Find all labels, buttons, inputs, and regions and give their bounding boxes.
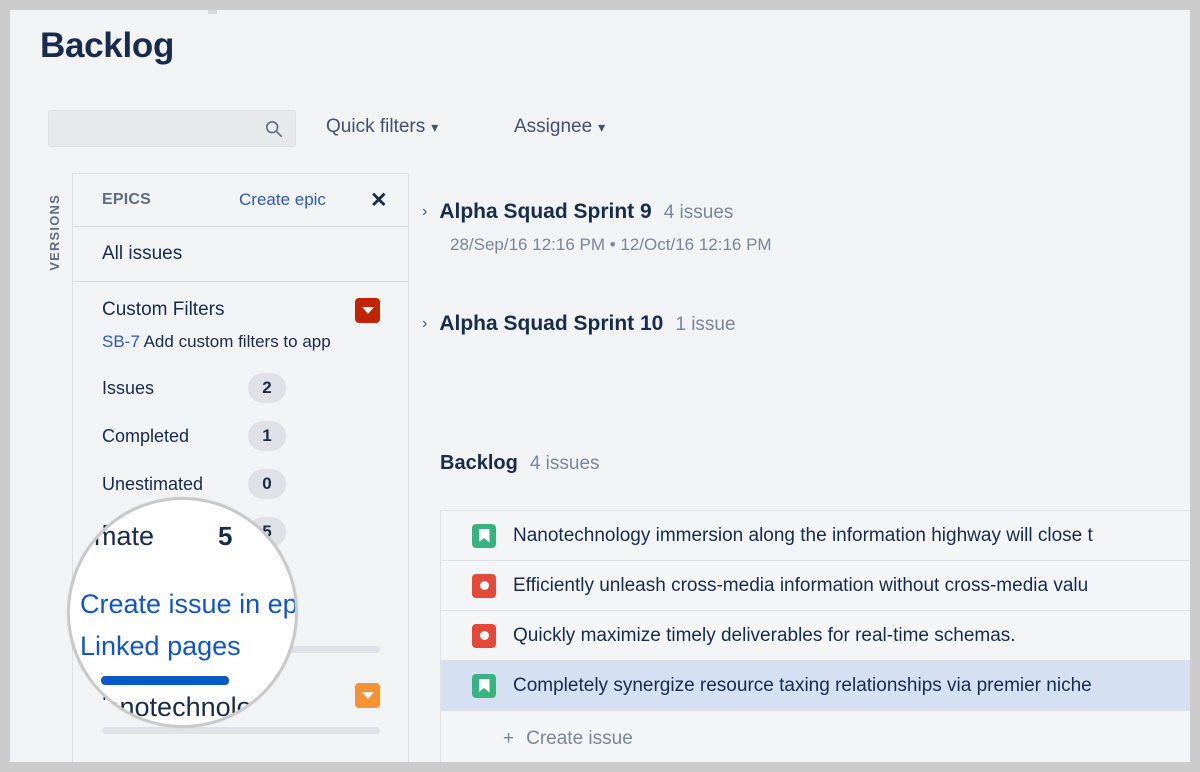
- stat-value: 2: [248, 373, 286, 403]
- issue-key[interactable]: SB-7: [102, 332, 140, 351]
- sprint-issue-count: 4 issues: [664, 202, 734, 224]
- sprint-alpha-squad-9[interactable]: › Alpha Squad Sprint 9 4 issues 28/Sep/1…: [422, 200, 772, 255]
- backlog-main-pane: › Alpha Squad Sprint 9 4 issues 28/Sep/1…: [410, 160, 1190, 762]
- story-bookmark-icon: [472, 674, 496, 698]
- assignee-label: Assignee: [514, 116, 592, 137]
- create-issue-label: Create issue: [526, 728, 633, 750]
- epic-stat-issues: Issues 2: [102, 364, 408, 412]
- stat-value: 0: [248, 469, 286, 499]
- sprint-title: Alpha Squad Sprint 10: [439, 312, 663, 336]
- epic-menu-badge[interactable]: [355, 683, 380, 708]
- create-issue-button[interactable]: + Create issue: [441, 711, 1190, 762]
- magnified-epic-name: Nanotechnology: [85, 692, 280, 723]
- sprint-header[interactable]: › Alpha Squad Sprint 10 1 issue: [422, 312, 736, 336]
- chevron-right-icon[interactable]: ›: [422, 315, 427, 333]
- chevron-down-icon: ▾: [431, 119, 438, 135]
- bug-dot-icon: [472, 624, 496, 648]
- versions-tab[interactable]: VERSIONS: [36, 173, 72, 291]
- top-edge-artifact: [208, 10, 217, 14]
- table-row[interactable]: Efficiently unleash cross-media informat…: [441, 561, 1190, 611]
- issue-title: Efficiently unleash cross-media informat…: [513, 575, 1088, 597]
- chevron-down-icon: [362, 307, 374, 314]
- backlog-issue-list: Nanotechnology immersion along the infor…: [440, 510, 1190, 762]
- stat-label: Unestimated: [102, 474, 203, 495]
- sprint-issue-count: 1 issue: [675, 314, 735, 336]
- table-row[interactable]: Completely synergize resource taxing rel…: [441, 661, 1190, 711]
- assignee-dropdown[interactable]: Assignee ▾: [514, 116, 605, 138]
- backlog-issue-count: 4 issues: [530, 453, 600, 475]
- epic-item-partial[interactable]: [73, 734, 408, 762]
- page-title: Backlog: [40, 26, 174, 66]
- epics-panel-title: EPICS: [102, 191, 151, 209]
- epic-progress-bar: [102, 727, 380, 734]
- search-input[interactable]: [48, 110, 296, 147]
- versions-tab-label: VERSIONS: [47, 194, 62, 271]
- table-row[interactable]: Nanotechnology immersion along the infor…: [441, 511, 1190, 561]
- story-bookmark-icon: [472, 524, 496, 548]
- issue-title: Quickly maximize timely deliverables for…: [513, 625, 1016, 647]
- chevron-right-icon[interactable]: ›: [422, 203, 427, 221]
- issue-summary: Add custom filters to app: [144, 332, 331, 351]
- epic-filter-all-issues[interactable]: All issues: [73, 227, 408, 282]
- epic-menu-badge[interactable]: [355, 298, 380, 323]
- sprint-alpha-squad-10[interactable]: › Alpha Squad Sprint 10 1 issue: [422, 312, 736, 336]
- sprint-header[interactable]: › Alpha Squad Sprint 9 4 issues: [422, 200, 772, 224]
- search-icon: [265, 120, 283, 138]
- backlog-page: Backlog Quick filters ▾ Assignee ▾ VERSION…: [10, 10, 1190, 762]
- create-epic-button[interactable]: Create epic: [239, 190, 326, 210]
- epic-name: Custom Filters: [102, 299, 224, 321]
- magnified-estimate-label: imate: [88, 521, 154, 552]
- backlog-title: Backlog: [440, 452, 518, 475]
- plus-icon: +: [503, 728, 514, 750]
- browser-window: Backlog Quick filters ▾ Assignee ▾ VERSION…: [0, 0, 1200, 772]
- magnified-create-issue-in-epic: Create issue in epic: [80, 589, 298, 620]
- magnified-linked-pages: Linked pages: [80, 631, 241, 662]
- chevron-down-icon: ▾: [598, 119, 605, 135]
- epic-stat-completed: Completed 1: [102, 412, 408, 460]
- all-issues-label: All issues: [102, 243, 182, 265]
- quick-filters-dropdown[interactable]: Quick filters ▾: [326, 116, 438, 138]
- bug-dot-icon: [472, 574, 496, 598]
- close-icon[interactable]: ✕: [370, 190, 388, 211]
- sprint-title: Alpha Squad Sprint 9: [439, 200, 651, 224]
- sprint-dates: 28/Sep/16 12:16 PM • 12/Oct/16 12:16 PM: [450, 235, 772, 255]
- magnified-estimate-value: 5: [218, 521, 232, 552]
- magnified-progress-bar: [101, 676, 229, 685]
- epic-issue-line: SB-7 Add custom filters to app: [102, 332, 408, 352]
- issue-title: Nanotechnology immersion along the infor…: [513, 525, 1093, 547]
- stat-label: Completed: [102, 426, 189, 447]
- quick-filters-label: Quick filters: [326, 116, 425, 137]
- stat-label: Issues: [102, 378, 154, 399]
- backlog-section-header: Backlog 4 issues: [440, 452, 600, 475]
- table-row[interactable]: Quickly maximize timely deliverables for…: [441, 611, 1190, 661]
- stat-value: 1: [248, 421, 286, 451]
- epic-header-row: Custom Filters: [73, 290, 408, 330]
- magnifier-loupe: imate 5 Create issue in epic Linked page…: [67, 497, 298, 728]
- chevron-down-icon: [362, 692, 374, 699]
- magnifier-content: imate 5 Create issue in epic Linked page…: [70, 500, 298, 728]
- epics-panel-header: EPICS Create epic ✕: [73, 174, 408, 227]
- issue-title: Completely synergize resource taxing rel…: [513, 675, 1092, 697]
